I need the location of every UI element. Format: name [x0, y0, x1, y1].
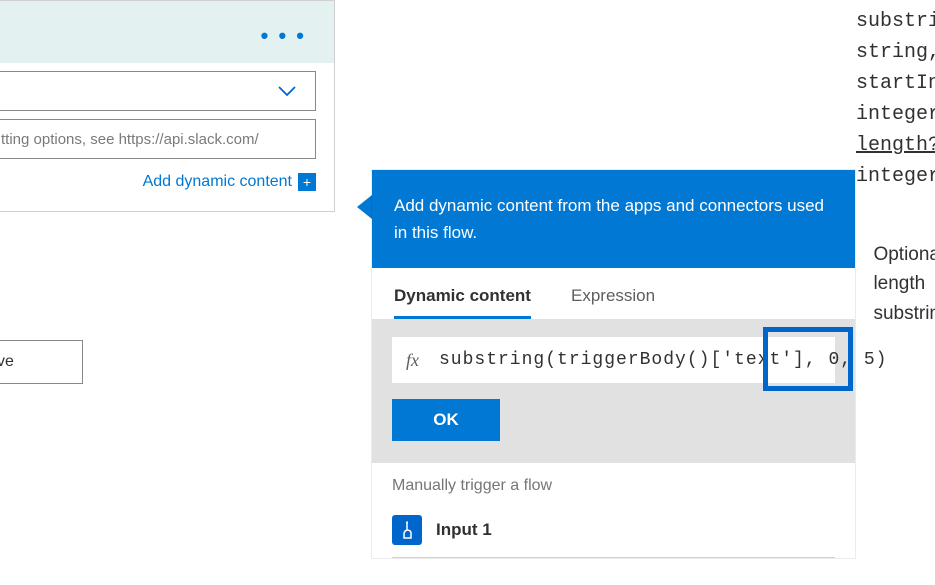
- dropdown-field[interactable]: [0, 71, 316, 111]
- divider: [392, 557, 835, 558]
- add-dynamic-content-link[interactable]: Add dynamic content: [143, 173, 292, 191]
- expression-area: fx substring(triggerBody()['text'], 0, 5…: [372, 319, 855, 463]
- plus-icon[interactable]: +: [298, 173, 316, 191]
- sig-line: integer: [856, 161, 935, 192]
- add-dynamic-row: Add dynamic content +: [0, 167, 316, 191]
- desc-line: substrin: [873, 299, 935, 328]
- sig-line: string,: [856, 37, 935, 68]
- card-body: tting options, see https://api.slack.com…: [0, 63, 334, 191]
- more-menu-icon[interactable]: • • •: [261, 23, 306, 49]
- panel-tabs: Dynamic content Expression: [372, 268, 855, 319]
- dynamic-item-label: Input 1: [436, 520, 492, 540]
- action-card: • • • tting options, see https://api.sla…: [0, 0, 335, 212]
- expression-text: substring(triggerBody()['text'], 0, 5): [439, 350, 887, 370]
- sig-line: length?: [856, 130, 935, 161]
- tab-dynamic-content[interactable]: Dynamic content: [394, 286, 531, 319]
- card-header: • • •: [0, 1, 334, 63]
- function-description: Optiona length substrin: [873, 240, 935, 328]
- chevron-down-icon: [277, 84, 297, 98]
- text-input-field[interactable]: tting options, see https://api.slack.com…: [0, 119, 316, 159]
- section-manually-trigger: Manually trigger a flow: [372, 463, 855, 509]
- dynamic-content-panel: Add dynamic content from the apps and co…: [372, 170, 855, 558]
- sig-line: integer: [856, 99, 935, 130]
- desc-line: length: [873, 269, 935, 298]
- save-button-label: ve: [0, 353, 14, 371]
- fx-icon: fx: [406, 350, 419, 371]
- tab-expression[interactable]: Expression: [571, 286, 655, 319]
- sig-line: substri: [856, 6, 935, 37]
- dynamic-item-input1[interactable]: Input 1: [372, 509, 855, 557]
- desc-line: Optiona: [873, 240, 935, 269]
- expression-input[interactable]: fx substring(triggerBody()['text'], 0, 5…: [392, 337, 835, 383]
- panel-caret: [357, 195, 372, 219]
- sig-line: startIn: [856, 68, 935, 99]
- panel-header: Add dynamic content from the apps and co…: [372, 170, 855, 268]
- input-placeholder: tting options, see https://api.slack.com…: [1, 131, 259, 148]
- ok-button[interactable]: OK: [392, 399, 500, 441]
- function-signature: substri string, startIn integer length? …: [856, 6, 935, 192]
- save-button[interactable]: ve: [0, 340, 83, 384]
- touch-icon: [392, 515, 422, 545]
